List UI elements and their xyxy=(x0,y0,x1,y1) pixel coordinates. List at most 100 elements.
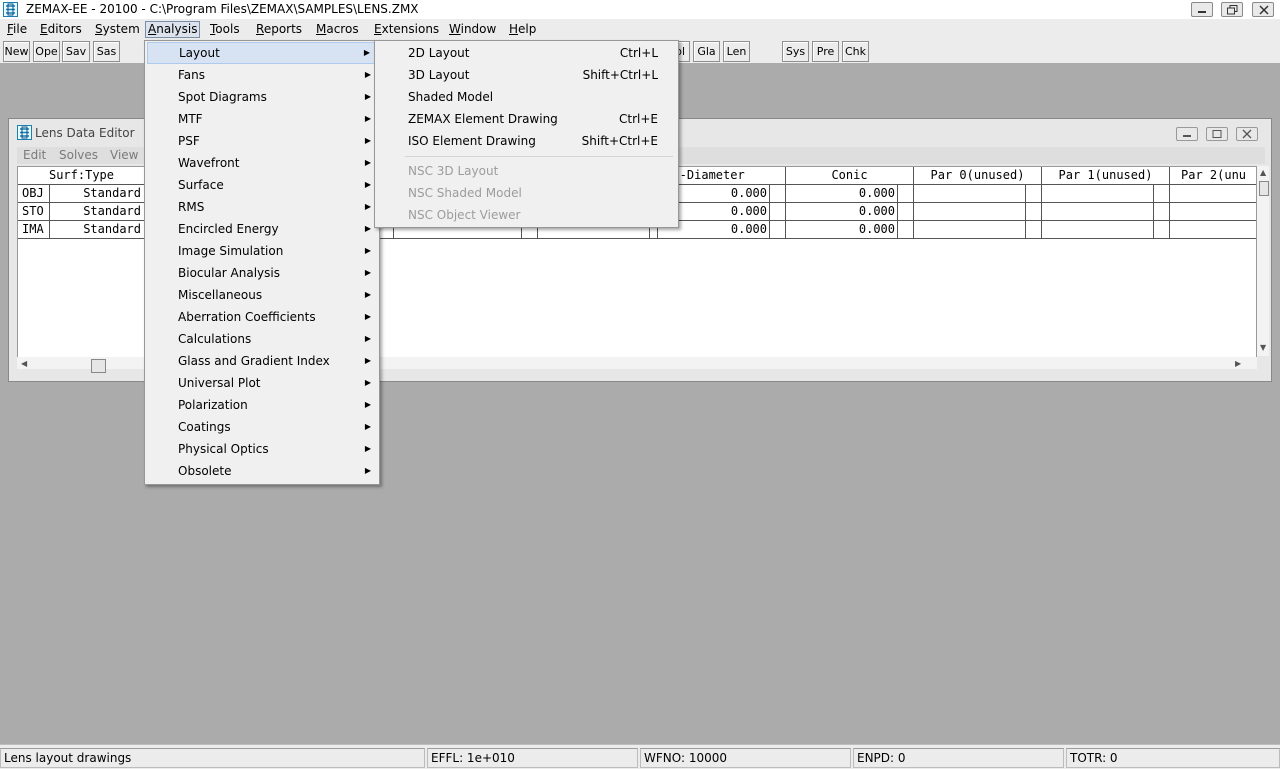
menu-system[interactable]: System xyxy=(93,21,142,38)
menu-tools[interactable]: Tools xyxy=(208,21,242,38)
solve-cell[interactable] xyxy=(1026,221,1042,239)
toolbar-chk-button[interactable]: Chk xyxy=(842,41,869,62)
menu-help[interactable]: Help xyxy=(507,21,538,38)
scroll-down-arrow-icon[interactable]: ▼ xyxy=(1260,343,1266,352)
menu-window[interactable]: Window xyxy=(447,21,498,38)
solve-cell[interactable] xyxy=(898,221,914,239)
scroll-left-arrow-icon[interactable]: ◀ xyxy=(21,359,27,368)
menu-analysis[interactable]: Analysis xyxy=(145,21,201,38)
menu-item-calculations[interactable]: Calculations ▶ xyxy=(147,328,377,350)
menu-item-polarization[interactable]: Polarization ▶ xyxy=(147,394,377,416)
column-header-surf-type[interactable]: Surf:Type xyxy=(18,167,146,185)
menu-item-encircled-energy[interactable]: Encircled Energy ▶ xyxy=(147,218,377,240)
editor-menu-solves[interactable]: Solves xyxy=(59,148,98,162)
toolbar-lens-button[interactable]: Len xyxy=(723,41,750,62)
status-bar: Lens layout drawings EFFL: 1e+010 WFNO: … xyxy=(0,744,1280,769)
menu-item-surface[interactable]: Surface ▶ xyxy=(147,174,377,196)
menu-item-fans[interactable]: Fans ▶ xyxy=(147,64,377,86)
menu-item-wavefront[interactable]: Wavefront ▶ xyxy=(147,152,377,174)
par1-cell[interactable] xyxy=(1042,185,1154,203)
par1-cell[interactable] xyxy=(1042,203,1154,221)
editor-menu-view[interactable]: View xyxy=(110,148,138,162)
menu-item-mtf[interactable]: MTF ▶ xyxy=(147,108,377,130)
menu-item-spot-diagrams[interactable]: Spot Diagrams ▶ xyxy=(147,86,377,108)
menu-extensions[interactable]: Extensions xyxy=(372,21,441,38)
solve-cell[interactable] xyxy=(1154,203,1170,221)
editor-menu-edit[interactable]: Edit xyxy=(23,148,46,162)
menu-item-aberration-coefficients[interactable]: Aberration Coefficients ▶ xyxy=(147,306,377,328)
solve-cell[interactable] xyxy=(1026,185,1042,203)
menu-macros[interactable]: Macros xyxy=(314,21,361,38)
menu-item-image-simulation[interactable]: Image Simulation ▶ xyxy=(147,240,377,262)
close-button[interactable] xyxy=(1252,2,1274,17)
menu-file[interactable]: File xyxy=(5,21,29,38)
row-surface-type[interactable]: Standard xyxy=(50,221,146,239)
solve-cell[interactable] xyxy=(898,185,914,203)
conic-cell[interactable]: 0.000 xyxy=(786,203,898,221)
menu-item-coatings[interactable]: Coatings ▶ xyxy=(147,416,377,438)
editor-close-button[interactable] xyxy=(1236,127,1258,141)
par1-cell[interactable] xyxy=(1042,221,1154,239)
scroll-right-arrow-icon[interactable]: ▶ xyxy=(1235,359,1241,368)
solve-cell[interactable] xyxy=(1154,221,1170,239)
menu-reports[interactable]: Reports xyxy=(254,21,304,38)
menu-item-obsolete[interactable]: Obsolete ▶ xyxy=(147,460,377,482)
submenu-arrow-icon: ▶ xyxy=(364,180,371,189)
row-surface-label[interactable]: IMA xyxy=(18,221,50,239)
column-header-par0[interactable]: Par 0(unused) xyxy=(914,167,1042,185)
menu-editors[interactable]: Editors xyxy=(38,21,84,38)
submenu-arrow-icon: ▶ xyxy=(364,422,371,431)
par2-cell[interactable] xyxy=(1170,185,1256,203)
conic-cell[interactable]: 0.000 xyxy=(786,185,898,203)
menu-item-zemax-element-drawing[interactable]: ZEMAX Element Drawing Ctrl+E xyxy=(377,108,676,130)
row-surface-label[interactable]: OBJ xyxy=(18,185,50,203)
solve-cell[interactable] xyxy=(1154,185,1170,203)
menu-item-physical-optics[interactable]: Physical Optics ▶ xyxy=(147,438,377,460)
vertical-scroll-thumb[interactable] xyxy=(1259,181,1269,196)
menu-item-biocular-analysis[interactable]: Biocular Analysis ▶ xyxy=(147,262,377,284)
horizontal-scroll-thumb[interactable] xyxy=(91,359,106,373)
editor-minimize-button[interactable] xyxy=(1176,127,1198,141)
column-header-par2[interactable]: Par 2(unu xyxy=(1170,167,1256,185)
toolbar-new-button[interactable]: New xyxy=(3,41,30,62)
toolbar-open-button[interactable]: Ope xyxy=(33,41,60,62)
row-surface-type[interactable]: Standard xyxy=(50,185,146,203)
row-surface-type[interactable]: Standard xyxy=(50,203,146,221)
solve-cell[interactable] xyxy=(898,203,914,221)
editor-restore-button[interactable] xyxy=(1206,127,1228,141)
restore-button[interactable] xyxy=(1221,2,1243,17)
menu-item-3d-layout[interactable]: 3D Layout Shift+Ctrl+L xyxy=(377,64,676,86)
par0-cell[interactable] xyxy=(914,185,1026,203)
scroll-up-arrow-icon[interactable]: ▲ xyxy=(1260,168,1266,177)
column-header-par1[interactable]: Par 1(unused) xyxy=(1042,167,1170,185)
toolbar-sys-button[interactable]: Sys xyxy=(782,41,809,62)
toolbar-pre-button[interactable]: Pre xyxy=(812,41,839,62)
par0-cell[interactable] xyxy=(914,203,1026,221)
solve-cell[interactable] xyxy=(770,221,786,239)
conic-cell[interactable]: 0.000 xyxy=(786,221,898,239)
menu-item-layout[interactable]: Layout ▶ xyxy=(147,42,377,64)
par0-cell[interactable] xyxy=(914,221,1026,239)
toolbar-save-button[interactable]: Sav xyxy=(62,41,90,62)
solve-cell[interactable] xyxy=(1026,203,1042,221)
menu-item-psf[interactable]: PSF ▶ xyxy=(147,130,377,152)
menu-item-rms[interactable]: RMS ▶ xyxy=(147,196,377,218)
submenu-arrow-icon: ▶ xyxy=(364,356,371,365)
minimize-button[interactable] xyxy=(1191,2,1213,17)
solve-cell[interactable] xyxy=(770,203,786,221)
row-surface-label[interactable]: STO xyxy=(18,203,50,221)
menu-item-shaded-model[interactable]: Shaded Model xyxy=(377,86,676,108)
par2-cell[interactable] xyxy=(1170,203,1256,221)
toolbar-save-as-button[interactable]: Sas xyxy=(93,41,120,62)
menu-item-miscellaneous[interactable]: Miscellaneous ▶ xyxy=(147,284,377,306)
toolbar-glass-button[interactable]: Gla xyxy=(693,41,720,62)
submenu-arrow-icon: ▶ xyxy=(364,444,371,453)
par2-cell[interactable] xyxy=(1170,221,1256,239)
menu-item-iso-element-drawing[interactable]: ISO Element Drawing Shift+Ctrl+E xyxy=(377,130,676,152)
solve-cell[interactable] xyxy=(770,185,786,203)
menu-item-glass-and-gradient-index[interactable]: Glass and Gradient Index ▶ xyxy=(147,350,377,372)
menu-item-2d-layout[interactable]: 2D Layout Ctrl+L xyxy=(377,42,676,64)
submenu-arrow-icon: ▶ xyxy=(364,400,371,409)
column-header-conic[interactable]: Conic xyxy=(786,167,914,185)
menu-item-universal-plot[interactable]: Universal Plot ▶ xyxy=(147,372,377,394)
